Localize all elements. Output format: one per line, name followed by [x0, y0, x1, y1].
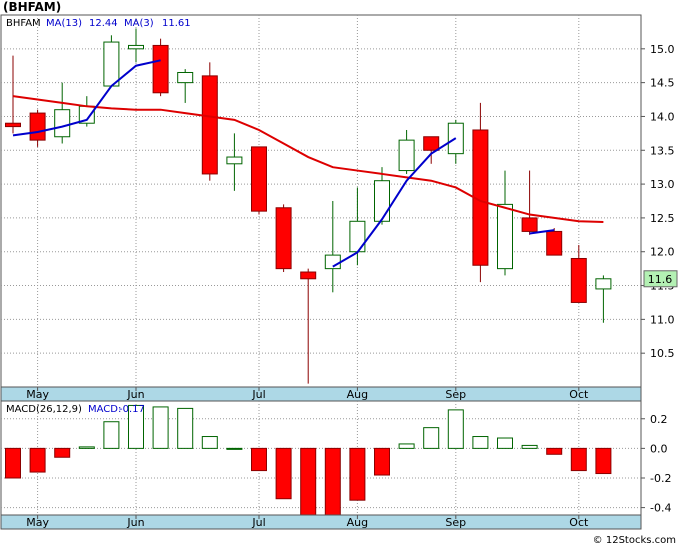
candle: [275, 204, 292, 273]
price-y-tick-label: 10.5: [650, 347, 675, 360]
macd-plot-frame: [0, 400, 642, 516]
price-y-tick-label: 15.0: [650, 43, 675, 56]
price-y-tick-label: 13.5: [650, 144, 675, 157]
macd-bar-positive: [152, 406, 169, 449]
last-price-marker: 11.6: [643, 270, 678, 288]
macd-bar-negative: [275, 447, 292, 500]
macd-y-tick-label: -0.2: [650, 472, 671, 485]
macd-legend-value: -0.17: [119, 404, 145, 415]
macd-bar-negative: [5, 447, 21, 479]
candle: [472, 102, 489, 283]
price-y-tick-label: 11.0: [650, 313, 675, 326]
macd-bar-negative: [29, 447, 46, 473]
candle: [103, 35, 120, 87]
macd-bar-negative: [595, 447, 612, 475]
candle-body-up: [226, 156, 243, 165]
price-y-tick-label: 14.5: [650, 77, 675, 90]
macd-y-tick-label: 0.0: [650, 442, 668, 455]
price-x-tick-label: Sep: [445, 388, 466, 401]
macd-bar-negative: [374, 447, 390, 476]
price-x-tick-label: Oct: [569, 388, 589, 401]
candle-body-down: [300, 271, 317, 280]
price-y-tick-label: 12.5: [650, 212, 675, 225]
candle: [201, 62, 218, 181]
candle-body-down: [152, 44, 169, 94]
price-plot-frame: [0, 14, 642, 388]
macd-legend-name: MACD(26,12,9): [6, 404, 82, 415]
price-x-tick-label: Jul: [251, 388, 265, 401]
macd-bar-negative: [570, 447, 587, 472]
candle-body-down: [251, 146, 267, 212]
macd-bar-negative: [349, 447, 366, 501]
legend-ma-long-label: MA(13): [46, 18, 82, 29]
price-legend: BHFAM MA(13) 12.44 MA(3) 11.61: [6, 18, 191, 29]
candle: [251, 146, 267, 215]
candle-body-down: [570, 257, 587, 303]
macd-panel: -0.4 -0.2 0.0 0.2 May Jun Jul Aug Sep Oct MACD(2…: [0, 400, 671, 530]
chart-title: (BHFAM): [3, 0, 61, 14]
candle-body-up: [54, 109, 71, 138]
macd-bar-positive: [447, 409, 464, 449]
macd-bar-negative: [324, 447, 341, 517]
candle-body-down: [29, 112, 46, 141]
legend-ticker: BHFAM: [6, 18, 41, 29]
legend-ma-long-value: 12.44: [89, 18, 118, 29]
price-x-tick-label: May: [26, 388, 49, 401]
legend-ma-short-label: MA(3): [124, 18, 154, 29]
macd-y-tick-label: 0.2: [650, 413, 668, 426]
macd-bar-positive: [103, 421, 120, 449]
watermark: © 12Stocks.com: [593, 535, 676, 546]
macd-x-axis-band: [0, 514, 642, 530]
candle-body-up: [374, 180, 390, 222]
legend-ma-short-value: 11.61: [162, 18, 191, 29]
last-price-label: 11.6: [648, 273, 673, 286]
price-x-tick-label: Aug: [347, 388, 368, 401]
candle-body-down: [546, 230, 563, 256]
macd-bar-positive: [423, 427, 440, 449]
candle-body-up: [349, 220, 366, 253]
candle-body-down: [5, 122, 21, 128]
macd-x-tick-label: Oct: [569, 516, 589, 529]
macd-bar-positive: [497, 437, 513, 449]
macd-bar-positive: [521, 444, 538, 449]
price-y-tick-labels: 10.511.011.512.012.513.013.514.014.515.0: [641, 43, 675, 360]
candle-body-down: [275, 207, 292, 270]
candle-body-down: [521, 217, 538, 232]
candle-body-up: [177, 71, 194, 84]
price-y-tick-label: 12.0: [650, 246, 675, 259]
macd-bar-positive: [226, 447, 243, 450]
macd-x-tick-label: Sep: [445, 516, 466, 529]
candle-body-up: [128, 44, 144, 50]
macd-bar-positive: [472, 436, 489, 449]
macd-y-tick-label: -0.4: [650, 502, 671, 515]
macd-bar-positive: [398, 443, 415, 449]
candle-body-up: [103, 41, 120, 87]
macd-x-tick-label: Aug: [347, 516, 368, 529]
macd-bar-negative: [546, 447, 563, 455]
candle-body-down: [423, 136, 440, 151]
candle-body-up: [595, 278, 612, 290]
price-x-tick-label: Jun: [126, 388, 144, 401]
macd-bar-positive: [201, 436, 218, 449]
macd-x-tick-label: Jul: [251, 516, 265, 529]
macd-bar-negative: [251, 447, 267, 472]
macd-bar-negative: [300, 447, 317, 519]
macd-y-tick-labels: -0.4 -0.2 0.0 0.2: [641, 413, 671, 515]
price-y-tick-label: 14.0: [650, 110, 675, 123]
macd-bar-positive: [78, 446, 95, 449]
candle-body-down: [201, 75, 218, 175]
candle-body-up: [497, 203, 513, 270]
candle-body-up: [398, 139, 415, 172]
price-x-axis-band: [0, 386, 642, 402]
price-panel: 10.511.011.512.012.513.013.514.014.515.0…: [0, 14, 678, 402]
macd-bar-positive: [177, 407, 194, 449]
price-y-tick-label: 13.0: [650, 178, 675, 191]
macd-x-tick-label: Jun: [126, 516, 144, 529]
stock-chart: 10.511.011.512.012.513.013.514.014.515.0…: [0, 0, 678, 546]
candle: [152, 38, 169, 97]
macd-bar-negative: [54, 447, 71, 458]
candle: [546, 228, 563, 256]
macd-legend-value-label: MACD:: [88, 404, 121, 415]
macd-x-tick-label: May: [26, 516, 49, 529]
